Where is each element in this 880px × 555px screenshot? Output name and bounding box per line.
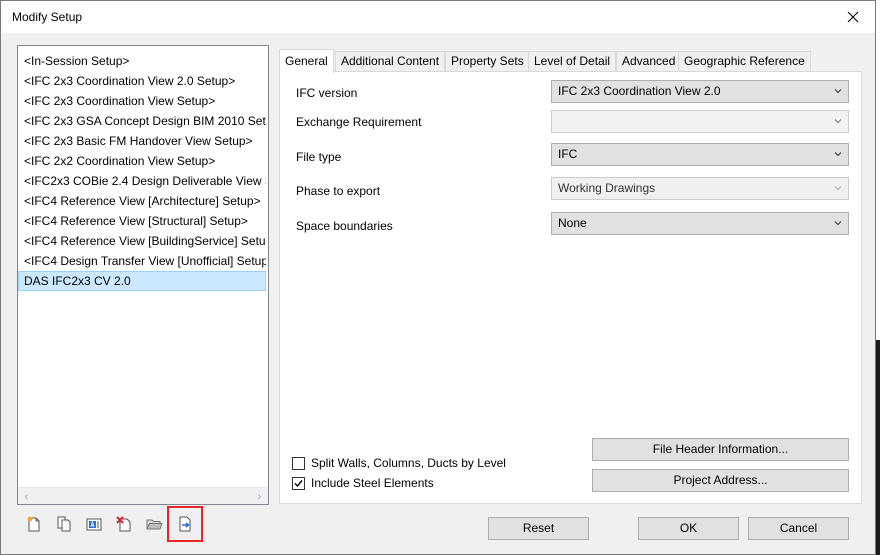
include-steel-box[interactable] <box>292 476 305 490</box>
file-header-information-button[interactable]: File Header Information... <box>592 438 849 461</box>
split-walls-label: Split Walls, Columns, Ducts by Level <box>311 456 506 470</box>
new-setup-button[interactable] <box>23 513 45 535</box>
tab-additional-content[interactable]: Additional Content <box>335 51 446 72</box>
phase-select[interactable]: Working Drawings <box>551 177 849 200</box>
setup-list-item[interactable]: <IFC 2x3 GSA Concept Design BIM 2010 Set… <box>18 111 266 131</box>
background-edge <box>876 340 880 555</box>
cancel-button[interactable]: Cancel <box>748 517 849 540</box>
file-type-label: File type <box>296 150 342 164</box>
export-setup-icon <box>179 516 191 532</box>
tab-property-sets[interactable]: Property Sets <box>445 51 530 72</box>
title-bar: Modify Setup <box>1 1 875 33</box>
tab-general[interactable]: General <box>279 49 334 73</box>
modify-setup-dialog: Modify Setup <In-Session Setup> <IFC 2x3 … <box>0 0 876 555</box>
space-boundaries-select[interactable]: None <box>551 212 849 235</box>
ifc-version-value: IFC 2x3 Coordination View 2.0 <box>558 84 721 98</box>
setup-list-item[interactable]: <IFC 2x3 Coordination View Setup> <box>18 91 266 111</box>
scroll-right-icon[interactable]: › <box>251 488 268 504</box>
chevron-down-icon <box>834 186 842 191</box>
file-type-value: IFC <box>558 147 578 161</box>
split-walls-box[interactable] <box>292 456 305 470</box>
setup-list[interactable]: <In-Session Setup> <IFC 2x3 Coordination … <box>17 45 269 505</box>
checkmark-icon <box>294 479 303 487</box>
ifc-version-label: IFC version <box>296 86 358 100</box>
include-steel-label: Include Steel Elements <box>311 476 434 490</box>
setup-list-item[interactable]: <In-Session Setup> <box>18 51 266 71</box>
delete-setup-button[interactable] <box>113 513 135 535</box>
chevron-down-icon <box>834 89 842 94</box>
chevron-down-icon <box>834 221 842 226</box>
rename-setup-icon <box>86 518 102 531</box>
duplicate-setup-button[interactable] <box>53 513 75 535</box>
reset-button[interactable]: Reset <box>488 517 589 540</box>
delete-setup-icon <box>116 516 131 532</box>
import-setup-button[interactable] <box>143 513 165 535</box>
phase-label: Phase to export <box>296 184 381 198</box>
ifc-version-select[interactable]: IFC 2x3 Coordination View 2.0 <box>551 80 849 103</box>
setup-list-item[interactable]: <IFC 2x2 Coordination View Setup> <box>18 151 266 171</box>
setup-list-item[interactable]: <IFC4 Reference View [BuildingService] S… <box>18 231 266 251</box>
exchange-requirement-label: Exchange Requirement <box>296 115 422 129</box>
tab-advanced[interactable]: Advanced <box>616 51 682 72</box>
setup-list-item[interactable]: <IFC4 Design Transfer View [Unofficial] … <box>18 251 266 271</box>
setup-list-item[interactable]: <IFC4 Reference View [Architecture] Setu… <box>18 191 266 211</box>
chevron-down-icon <box>834 119 842 124</box>
setup-list-item[interactable]: <IFC 2x3 Basic FM Handover View Setup> <box>18 131 266 151</box>
rename-setup-button[interactable] <box>83 513 105 535</box>
setup-list-item[interactable]: <IFC 2x3 Coordination View 2.0 Setup> <box>18 71 266 91</box>
tab-level-of-detail[interactable]: Level of Detail <box>528 51 617 72</box>
ok-button[interactable]: OK <box>638 517 739 540</box>
close-icon <box>847 11 859 23</box>
export-setup-button[interactable] <box>167 506 203 542</box>
space-boundaries-value: None <box>558 216 587 230</box>
duplicate-setup-icon <box>57 516 71 532</box>
horizontal-scrollbar[interactable]: ‹ › <box>18 487 268 504</box>
general-panel: IFC version IFC 2x3 Coordination View 2.… <box>279 71 862 504</box>
window-title: Modify Setup <box>12 10 83 24</box>
chevron-down-icon <box>834 152 842 157</box>
new-setup-icon <box>27 516 40 532</box>
split-walls-checkbox[interactable]: Split Walls, Columns, Ducts by Level <box>292 455 506 471</box>
setup-list-item[interactable]: <IFC2x3 COBie 2.4 Design Deliverable Vie… <box>18 171 266 191</box>
space-boundaries-label: Space boundaries <box>296 219 393 233</box>
setup-list-item[interactable]: <IFC4 Reference View [Structural] Setup> <box>18 211 266 231</box>
tab-geographic-reference[interactable]: Geographic Reference <box>678 51 811 72</box>
setup-items: <In-Session Setup> <IFC 2x3 Coordination … <box>18 51 266 291</box>
scroll-left-icon[interactable]: ‹ <box>18 488 35 504</box>
file-type-select[interactable]: IFC <box>551 143 849 166</box>
exchange-requirement-select[interactable] <box>551 110 849 133</box>
include-steel-checkbox[interactable]: Include Steel Elements <box>292 475 434 491</box>
phase-value: Working Drawings <box>558 181 656 195</box>
close-button[interactable] <box>831 1 875 33</box>
setup-list-item[interactable]: DAS IFC2x3 CV 2.0 <box>18 271 266 291</box>
project-address-button[interactable]: Project Address... <box>592 469 849 492</box>
import-setup-icon <box>146 519 163 530</box>
